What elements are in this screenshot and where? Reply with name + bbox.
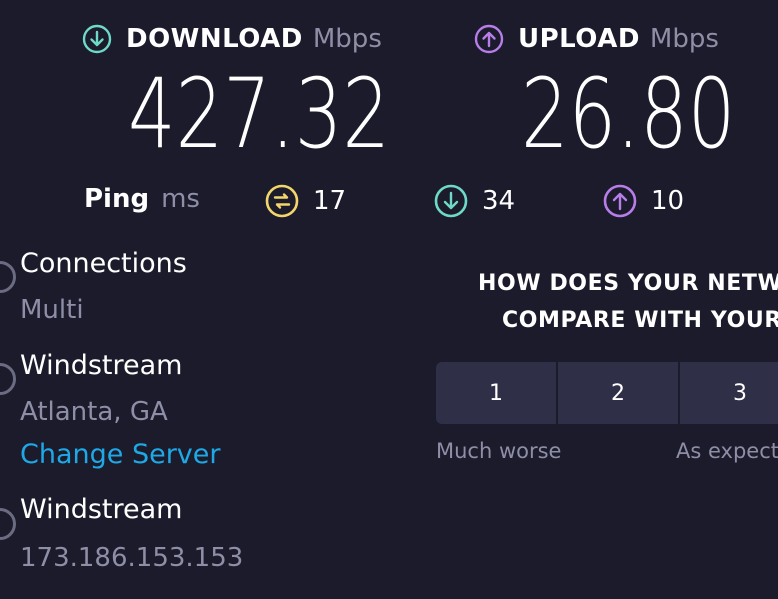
ping-unit: ms (161, 184, 200, 214)
provider-ip: 173.186.153.153 (20, 543, 244, 573)
ping-upload-value: 10 (651, 186, 685, 216)
ping-idle-value: 17 (313, 186, 347, 216)
survey-question-line2: COMPARE WITH YOUR (502, 308, 778, 333)
connections-value: Multi (20, 295, 84, 325)
provider-icon (0, 508, 16, 540)
download-unit: Mbps (312, 24, 382, 54)
ping-download: 34 (434, 184, 515, 218)
arrow-down-circle-icon (434, 184, 468, 218)
server-location: Atlanta, GA (20, 397, 168, 427)
connections-icon (0, 261, 16, 293)
ping-label: Ping (84, 184, 150, 214)
upload-header: UPLOAD Mbps (474, 24, 719, 54)
upload-title: UPLOAD (518, 24, 640, 54)
provider-name: Windstream (20, 494, 183, 525)
ping-upload: 10 (603, 184, 684, 218)
ping-idle: 17 (265, 184, 346, 218)
arrow-up-circle-icon (603, 184, 637, 218)
rating-scale: 1 2 3 (436, 362, 778, 424)
rating-button-3[interactable]: 3 (680, 362, 778, 424)
ping-label-group: Ping ms (84, 184, 200, 214)
ping-icon (265, 184, 299, 218)
arrow-up-circle-icon (474, 24, 504, 54)
ping-download-value: 34 (482, 186, 516, 216)
rating-button-2[interactable]: 2 (558, 362, 678, 424)
download-title: DOWNLOAD (126, 24, 303, 54)
change-server-link[interactable]: Change Server (20, 439, 221, 470)
upload-speed-value: 26.80 (521, 58, 736, 170)
rating-button-1[interactable]: 1 (436, 362, 556, 424)
download-speed-value: 427.32 (128, 58, 391, 170)
upload-unit: Mbps (649, 24, 719, 54)
download-header: DOWNLOAD Mbps (82, 24, 382, 54)
server-name: Windstream (20, 350, 183, 381)
server-icon (0, 363, 16, 395)
rating-low-label: Much worse (436, 439, 562, 463)
survey-question-line1: HOW DOES YOUR NETW (478, 271, 778, 296)
arrow-down-circle-icon (82, 24, 112, 54)
connections-title: Connections (20, 248, 187, 279)
rating-mid-label: As expect (676, 439, 778, 463)
